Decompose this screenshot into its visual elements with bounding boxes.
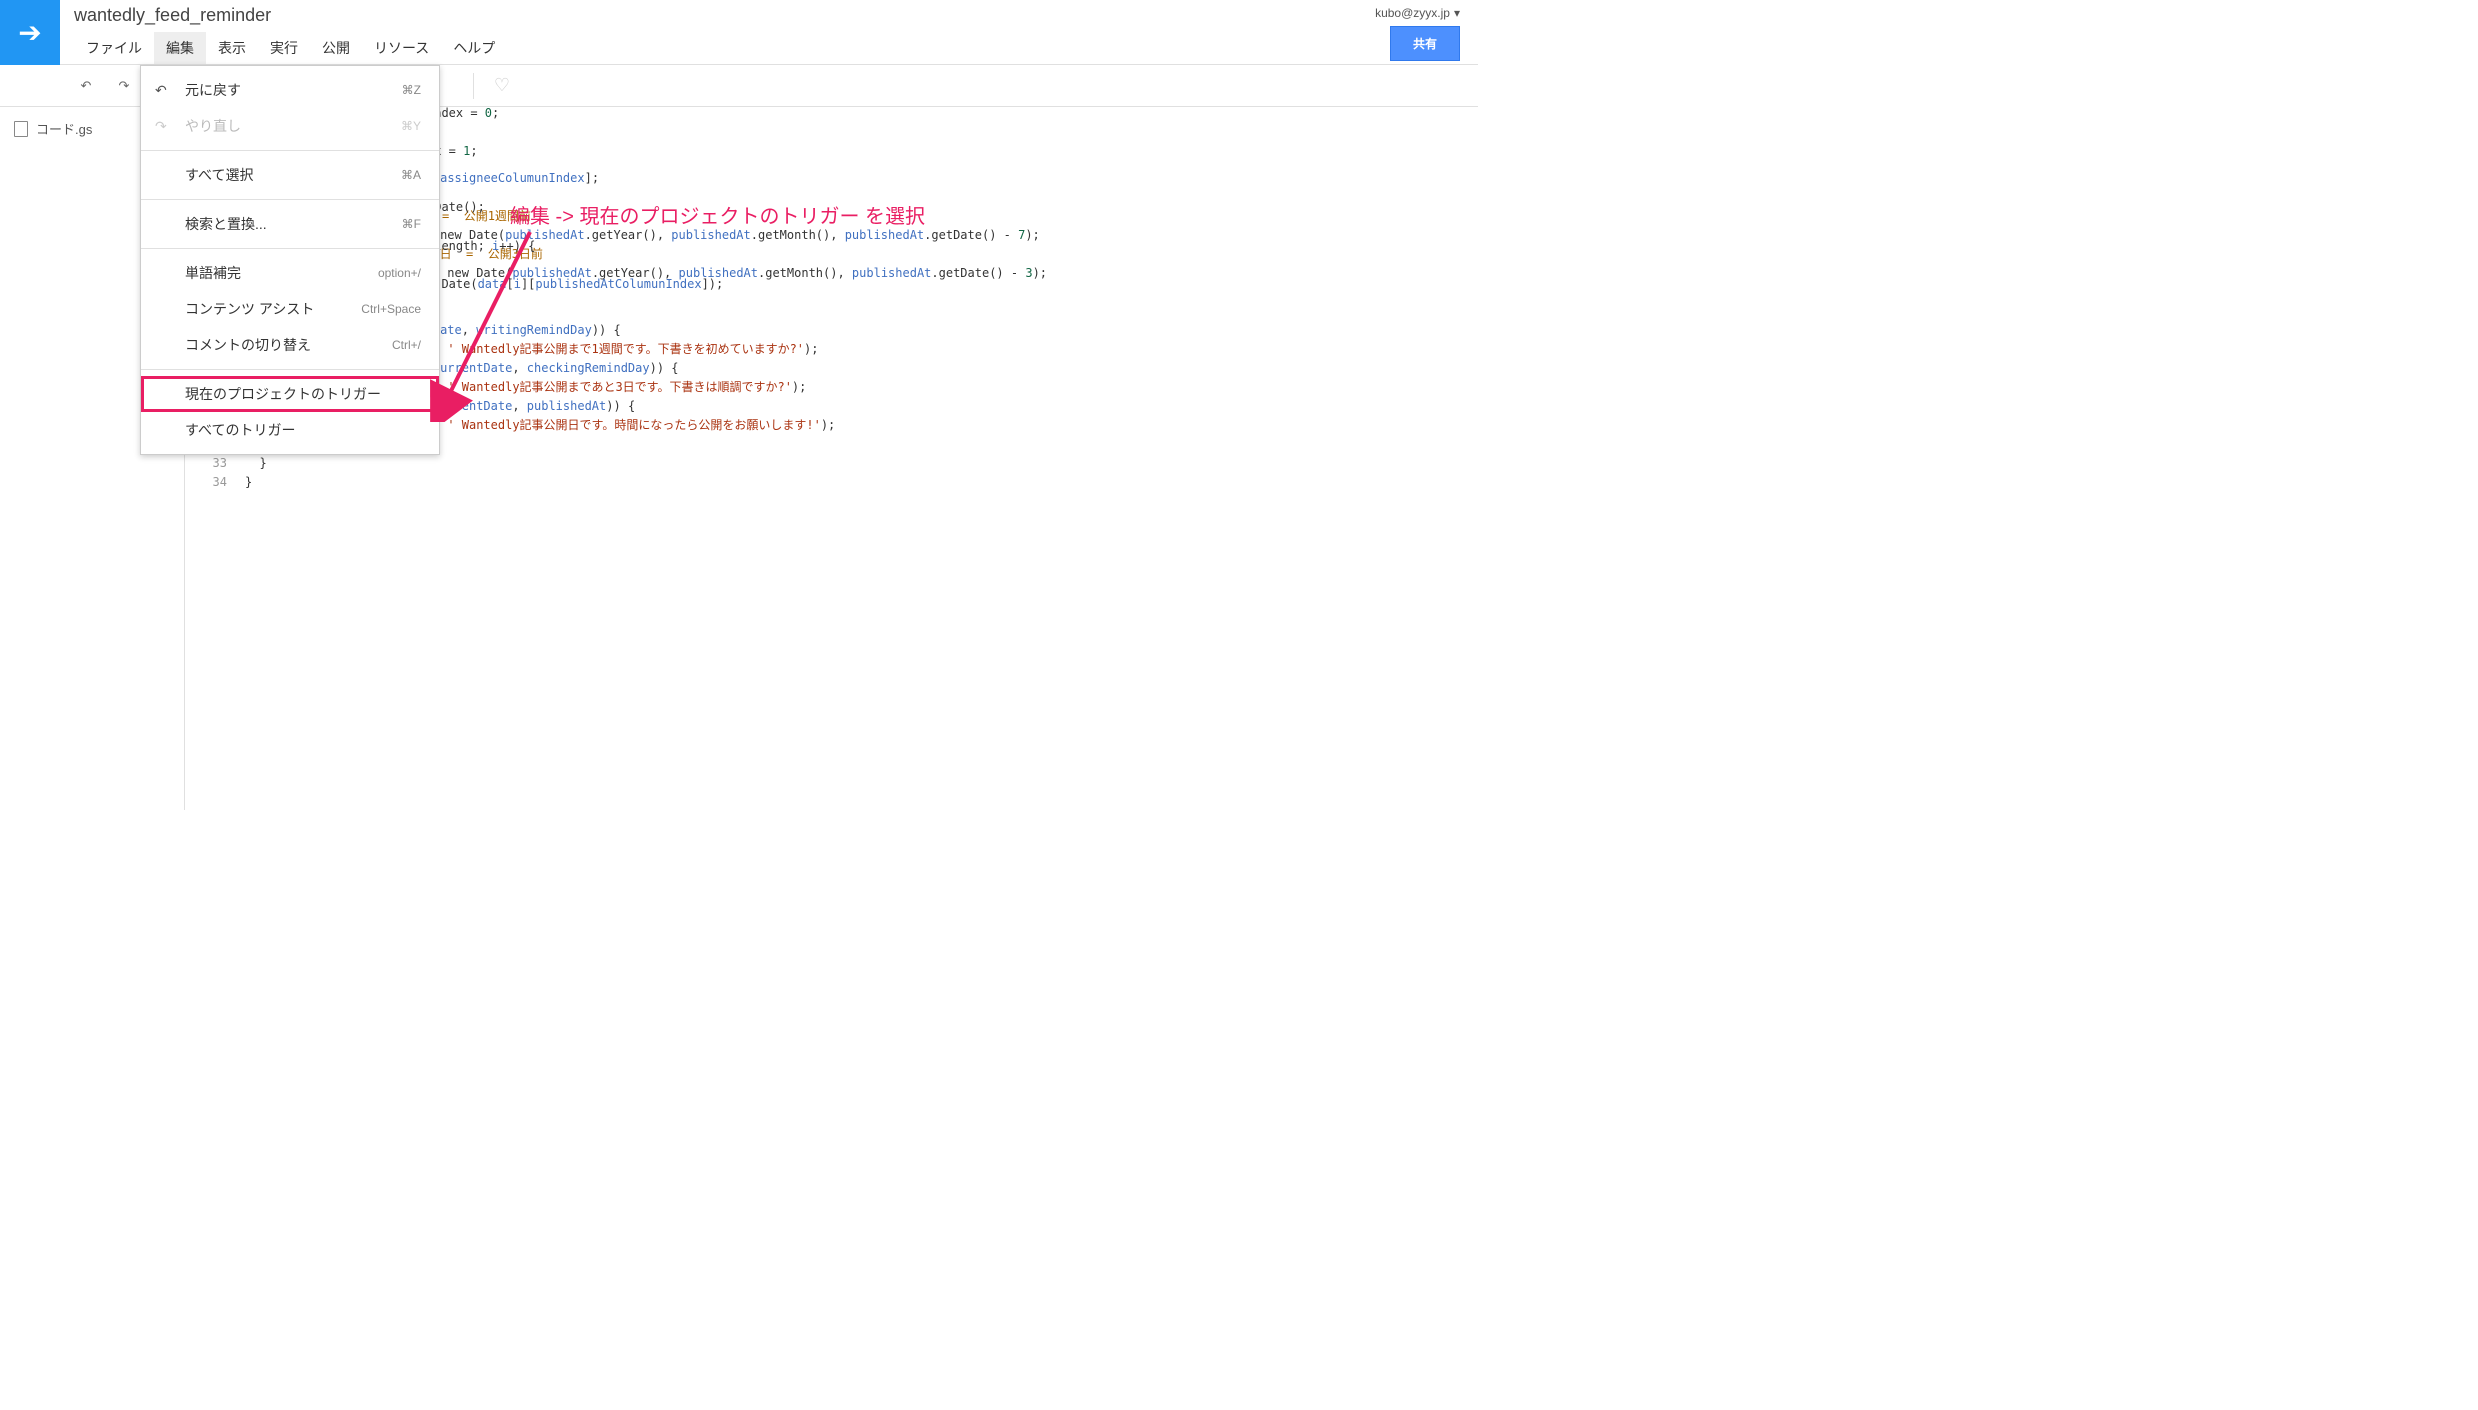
menu-undo[interactable]: ↶ 元に戻す⌘Z — [141, 72, 439, 108]
menu-publish[interactable]: 公開 — [310, 32, 362, 64]
edit-menu-dropdown: ↶ 元に戻す⌘Z ↷ やり直し⌘Y すべて選択⌘A 検索と置換...⌘F 単語補… — [140, 65, 440, 455]
menubar: ファイル 編集 表示 実行 公開 リソース ヘルプ — [74, 32, 1375, 64]
menu-content-assist[interactable]: コンテンツ アシストCtrl+Space — [141, 291, 439, 327]
menu-all-triggers[interactable]: すべてのトリガー — [141, 412, 439, 448]
menu-toggle-comment[interactable]: コメントの切り替えCtrl+/ — [141, 327, 439, 363]
hint-button[interactable]: ♡ — [484, 71, 520, 101]
redo-icon: ↷ — [155, 118, 167, 135]
chevron-down-icon: ▾ — [1454, 6, 1460, 20]
separator — [141, 369, 439, 370]
separator — [141, 248, 439, 249]
menu-redo: ↷ やり直し⌘Y — [141, 108, 439, 144]
arrow-right-icon: ➔ — [18, 16, 41, 49]
menu-help[interactable]: ヘルプ — [441, 32, 507, 64]
menu-find-replace[interactable]: 検索と置換...⌘F — [141, 206, 439, 242]
separator — [473, 73, 474, 99]
share-button[interactable]: 共有 — [1390, 26, 1460, 61]
redo-button[interactable]: ↷ — [106, 71, 142, 101]
lightbulb-icon: ♡ — [494, 75, 510, 96]
header: ➔ wantedly_feed_reminder ファイル 編集 表示 実行 公… — [0, 0, 1478, 65]
menu-file[interactable]: ファイル — [74, 32, 154, 64]
undo-button[interactable]: ↶ — [68, 71, 104, 101]
menu-run[interactable]: 実行 — [258, 32, 310, 64]
redo-icon: ↷ — [119, 78, 130, 94]
undo-icon: ↶ — [155, 82, 167, 99]
menu-edit[interactable]: 編集 — [154, 32, 206, 64]
menu-current-project-triggers[interactable]: 現在のプロジェクトのトリガー — [141, 376, 439, 412]
menu-view[interactable]: 表示 — [206, 32, 258, 64]
undo-icon: ↶ — [81, 78, 92, 94]
menu-word-complete[interactable]: 単語補完option+/ — [141, 255, 439, 291]
project-title[interactable]: wantedly_feed_reminder — [74, 5, 1375, 26]
menu-select-all[interactable]: すべて選択⌘A — [141, 157, 439, 193]
separator — [141, 150, 439, 151]
app-logo[interactable]: ➔ — [0, 0, 60, 65]
user-email[interactable]: kubo@zyyx.jp ▾ — [1375, 6, 1460, 20]
file-icon — [14, 121, 28, 137]
menu-resources[interactable]: リソース — [362, 32, 441, 64]
file-name-label: コード.gs — [36, 119, 92, 138]
separator — [141, 199, 439, 200]
